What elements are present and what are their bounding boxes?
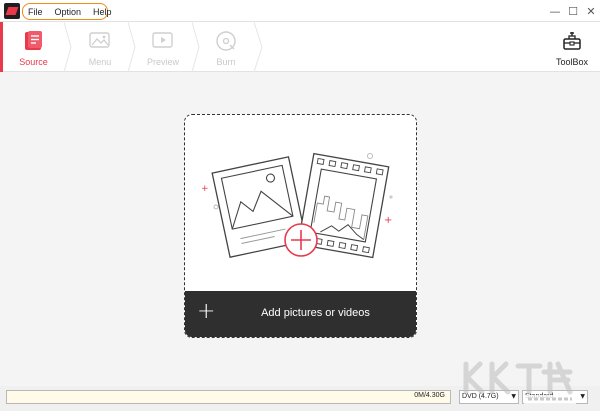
menu-option[interactable]: Option: [55, 7, 82, 17]
document-icon: [24, 31, 42, 50]
toolbox-icon: [563, 32, 581, 50]
chevron-down-icon: ▼: [580, 393, 585, 400]
maximize-button[interactable]: ☐: [564, 0, 582, 22]
tab-burn-label: Burn: [216, 57, 236, 67]
tab-burn[interactable]: Burn: [198, 22, 254, 72]
disc-capacity-bar: 0M/4.30G: [6, 390, 451, 404]
step-separator: [254, 22, 263, 72]
tab-source-label: Source: [19, 57, 48, 67]
picture-icon: [89, 32, 110, 48]
add-media-button[interactable]: + Add pictures or videos: [185, 291, 416, 337]
media-illustration: + +: [201, 152, 393, 259]
tab-preview[interactable]: Preview: [134, 22, 192, 72]
title-bar: File Option Help — ☐ ✕: [0, 0, 600, 22]
disc-capacity-text: 0M/4.30G: [414, 392, 445, 399]
tab-menu-label: Menu: [88, 57, 112, 67]
app-logo: [4, 3, 20, 19]
step-separator: [64, 22, 72, 72]
svg-text:+: +: [384, 215, 392, 226]
minimize-button[interactable]: —: [546, 0, 564, 22]
tab-source[interactable]: Source: [0, 22, 64, 72]
toolbox-button[interactable]: ToolBox: [550, 22, 594, 72]
tab-menu[interactable]: Menu: [72, 22, 128, 72]
tab-preview-label: Preview: [146, 57, 179, 67]
toolbox-label: ToolBox: [555, 57, 589, 67]
svg-text:+: +: [201, 184, 209, 194]
add-media-label: Add pictures or videos: [261, 307, 370, 319]
close-button[interactable]: ✕: [582, 0, 600, 22]
disc-icon: [216, 31, 236, 51]
play-icon: [152, 32, 173, 48]
step-toolbar: Source Menu Preview Burn ToolBox: [0, 22, 600, 72]
window-controls: — ☐ ✕: [546, 0, 600, 22]
menu-bar: File Option Help: [22, 3, 112, 20]
menu-file[interactable]: File: [28, 7, 43, 17]
menu-help[interactable]: Help: [93, 7, 112, 17]
watermark-logo: [463, 361, 576, 404]
media-drop-zone[interactable]: + + + Add pictures or videos: [184, 114, 417, 338]
